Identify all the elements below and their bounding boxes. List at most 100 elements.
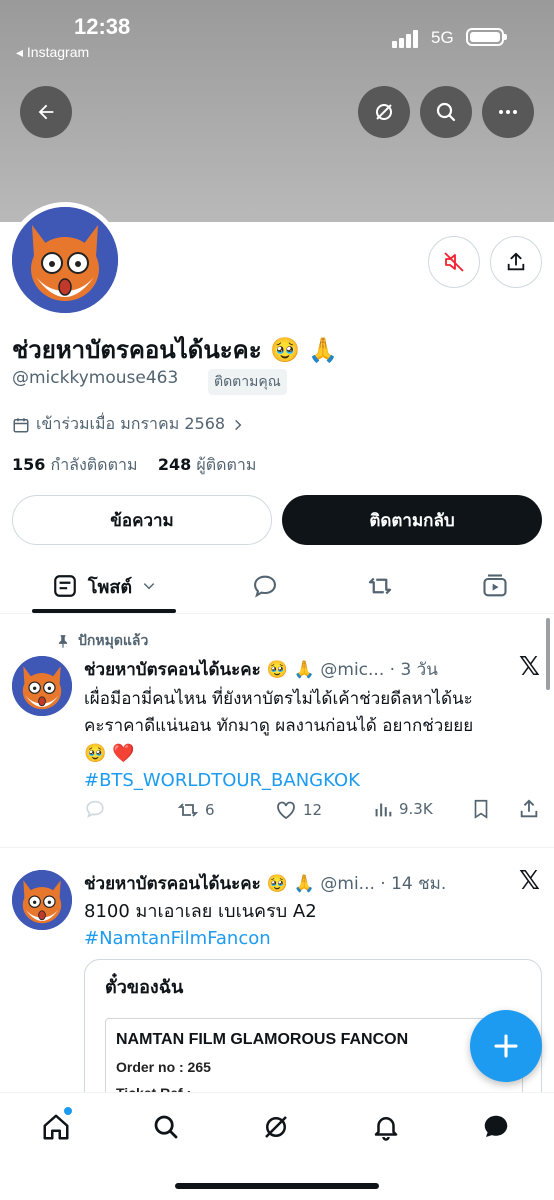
hashtag-link[interactable]: #BTS_WORLDTOUR_BANGKOK [84, 767, 534, 794]
views-chart-icon [375, 803, 392, 817]
hashtag-link[interactable]: #NamtanFilmFancon [84, 925, 534, 952]
back-button[interactable] [20, 86, 72, 138]
nav-search[interactable] [148, 1109, 184, 1145]
share-icon [507, 252, 525, 271]
joined-date[interactable]: เข้าร่วมเมื่อ มกราคม 2568 [12, 412, 245, 437]
grok-icon [265, 1116, 287, 1138]
nav-grok[interactable] [258, 1109, 294, 1145]
notification-dot [64, 1107, 72, 1115]
pin-icon [58, 635, 68, 648]
reply-button[interactable] [84, 798, 106, 820]
tab-media[interactable] [470, 560, 520, 612]
tweet-author-name[interactable]: ช่วยหาบัตรคอนได้นะคะ 🥹 🙏 [84, 874, 315, 894]
tweet-author-name[interactable]: ช่วยหาบัตรคอนได้นะคะ 🥹 🙏 [84, 660, 315, 680]
heart-icon [277, 801, 295, 820]
tweet-line: 8100 มาเอาเลย เบเนครบ A2 [84, 901, 317, 922]
search-icon [436, 102, 456, 122]
media-play-icon [483, 574, 507, 597]
profile-tabs: โพสต์ [0, 560, 554, 614]
tweet-actions: 6 12 9.3K [84, 798, 542, 822]
calendar-icon [13, 417, 29, 432]
compose-button[interactable] [470, 1010, 542, 1082]
fox-avatar-icon [12, 656, 72, 716]
tab-posts-label: โพสต์ [87, 576, 133, 598]
following-label: กำลังติดตาม [50, 455, 138, 474]
followers-link[interactable]: 248 ผู้ติดตาม [158, 455, 257, 474]
card-title: ตั๋วของฉัน [105, 977, 184, 998]
scrollbar[interactable] [546, 618, 550, 690]
more-button[interactable] [482, 86, 534, 138]
signal-icon [392, 28, 422, 48]
reply-bubble-icon [254, 575, 276, 598]
share-icon [520, 799, 538, 818]
plus-icon [494, 1034, 518, 1058]
tweet-header: ช่วยหาบัตรคอนได้นะคะ 🥹 🙏 @mi... · 14 ชม. [84, 870, 446, 897]
share-button[interactable] [518, 798, 540, 820]
status-time: 12:38 [74, 14, 131, 39]
x-logo-icon[interactable]: 𝕏 [519, 652, 540, 682]
reply-icon [86, 800, 104, 819]
tweet-text: 8100 มาเอาเลย เบเนครบ A2 #NamtanFilmFanc… [84, 898, 534, 952]
followers-label: ผู้ติดตาม [196, 455, 257, 474]
following-link[interactable]: 156 กำลังติดตาม [12, 455, 138, 474]
like-button[interactable]: 12 [274, 798, 322, 822]
x-logo-icon[interactable]: 𝕏 [519, 866, 540, 896]
search-icon [154, 1115, 178, 1139]
avatar [12, 207, 118, 313]
bookmark-button[interactable] [470, 798, 492, 820]
back-to-app-link[interactable]: ◂ Instagram [16, 44, 89, 61]
followers-count: 248 [157, 455, 192, 474]
arrow-left-icon [38, 104, 54, 120]
user-handle: @mickkymouse463 [12, 368, 179, 388]
nav-messages[interactable] [478, 1109, 514, 1145]
tab-reposts[interactable] [355, 560, 405, 612]
nav-notifications[interactable] [368, 1109, 404, 1145]
grok-icon [376, 104, 392, 120]
share-profile-button[interactable] [490, 236, 542, 288]
chevron-right-icon [235, 419, 242, 430]
home-icon [43, 1114, 69, 1140]
follow-back-button[interactable]: ติดตามกลับ [282, 495, 542, 545]
tweet-line: 🥹 ❤️ [84, 743, 135, 764]
pinned-label: ปักหมุดแล้ว [78, 633, 149, 649]
profile-avatar[interactable] [7, 202, 123, 318]
posts-icon [54, 575, 76, 597]
tweet-header: ช่วยหาบัตรคอนได้นะคะ 🥹 🙏 @mic... · 3 วัน [84, 656, 438, 683]
ticket-order: Order no : 265 [116, 1059, 211, 1075]
home-indicator [175, 1183, 379, 1189]
tweet-avatar[interactable] [12, 656, 72, 716]
tab-replies[interactable] [240, 560, 290, 612]
tweet-text: เผื่อมีอามี่คนไหน ที่ยังหาบัตรไม่ได้เค้า… [84, 686, 534, 794]
views-button[interactable]: 9.3K [372, 798, 433, 820]
joined-text: เข้าร่วมเมื่อ มกราคม 2568 [36, 414, 226, 433]
ticket-title: NAMTAN FILM GLAMOROUS FANCON [116, 1031, 409, 1048]
fox-avatar-icon [12, 870, 72, 930]
search-button[interactable] [420, 86, 472, 138]
repost-button[interactable]: 6 [176, 798, 215, 822]
tweet-avatar[interactable] [12, 870, 72, 930]
view-count: 9.3K [399, 800, 433, 818]
repost-icon [177, 803, 199, 817]
tweet-meta: @mi... · 14 ชม. [314, 874, 447, 894]
chevron-down-icon [143, 583, 155, 590]
divider [0, 847, 554, 848]
pinned-indicator: ปักหมุดแล้ว [56, 630, 148, 652]
grok-button[interactable] [358, 86, 410, 138]
tweet-meta: @mic... · 3 วัน [314, 660, 438, 680]
follows-you-badge: ติดตามคุณ [208, 369, 287, 395]
bookmark-icon [474, 799, 488, 819]
muted-button[interactable] [428, 236, 480, 288]
tab-posts[interactable]: โพสต์ [32, 560, 176, 612]
tweet-line: เผื่อมีอามี่คนไหน ที่ยังหาบัตรไม่ได้เค้า… [84, 689, 473, 709]
message-button[interactable]: ข้อความ [12, 495, 272, 545]
active-tab-indicator [32, 609, 176, 613]
chat-bubble-icon [484, 1115, 508, 1137]
follow-counts: 156 กำลังติดตาม 248 ผู้ติดตาม [12, 453, 256, 478]
more-icon [499, 110, 517, 114]
speaker-muted-icon [444, 252, 464, 272]
status-bar: 12:38 ◂ Instagram 5G [0, 0, 554, 80]
repost-count: 6 [205, 801, 215, 819]
nav-home[interactable] [38, 1107, 74, 1145]
tweet-line: คะราคาดีแน่นอน ทักมาดู ผลงานก่อนได้ อยาก… [84, 716, 474, 736]
repost-icon [368, 577, 392, 595]
